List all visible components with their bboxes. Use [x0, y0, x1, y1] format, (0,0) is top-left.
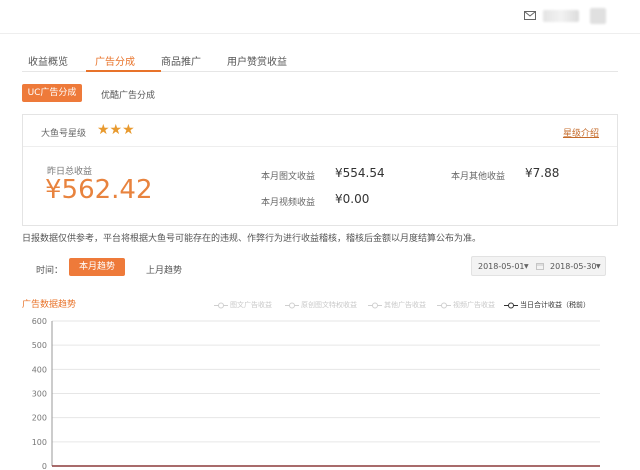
tab-overview[interactable]: 收益概览 — [28, 53, 68, 68]
legend-marker-icon — [214, 302, 228, 308]
legend-marker-icon — [368, 302, 382, 308]
top-bar — [0, 0, 640, 34]
yesterday-total-value: ¥562.42 — [45, 175, 153, 205]
last-month-trend-button[interactable]: 上月趋势 — [146, 263, 182, 276]
legend-label: 图文广告收益 — [230, 301, 272, 309]
legend-label: 原创图文特权收益 — [301, 301, 357, 309]
month-video-earnings-value: ¥0.00 — [335, 192, 370, 206]
chart-title: 广告数据趋势 — [22, 300, 77, 310]
legend-marker-icon — [504, 302, 518, 308]
legend-item[interactable]: 原创图文特权收益 — [285, 300, 357, 310]
date-range-picker[interactable]: 2018-05-01 ▼ 2018-05-30 ▼ — [471, 256, 606, 276]
y-tick-label: 100 — [32, 438, 47, 447]
subtab-youku-ad-share[interactable]: 优酷广告分成 — [101, 88, 155, 101]
legend-label: 视频广告收益 — [453, 301, 495, 309]
y-tick-label: 400 — [32, 365, 47, 374]
subtab-uc-ad-share[interactable]: UC广告分成 — [22, 84, 82, 102]
mail-icon[interactable] — [524, 11, 536, 20]
calendar-icon — [536, 263, 544, 270]
legend-marker-icon — [285, 302, 299, 308]
legend-marker-icon — [437, 302, 451, 308]
star-level-label: 大鱼号星级 — [41, 129, 87, 139]
trend-line-chart: 0 100 200 300 400 500 600 — [32, 317, 600, 470]
chevron-down-icon[interactable]: ▼ — [524, 263, 529, 270]
time-label: 时间： — [36, 266, 64, 276]
y-tick-label: 200 — [32, 414, 47, 423]
tab-user-tips[interactable]: 用户赞赏收益 — [227, 53, 287, 68]
star-rating-icon: ★★★ — [97, 122, 135, 138]
legend-item[interactable]: 图文广告收益 — [214, 300, 272, 310]
active-tab-indicator — [86, 70, 161, 72]
main-tabs: 收益概览 广告分成 商品推广 用户赞赏收益 — [22, 44, 618, 72]
month-article-earnings-value: ¥554.54 — [335, 166, 385, 180]
star-level-header: 大鱼号星级 ★★★ 星级介绍 — [23, 115, 617, 147]
legend-label: 其他广告收益 — [384, 301, 426, 309]
date-end[interactable]: 2018-05-30 — [550, 262, 597, 271]
month-article-earnings-label: 本月图文收益 — [261, 172, 316, 182]
earnings-panel: 大鱼号星级 ★★★ 星级介绍 昨日总收益 ¥562.42 本月图文收益 ¥554… — [22, 114, 618, 226]
legend-item[interactable]: 其他广告收益 — [368, 300, 426, 310]
month-video-earnings-label: 本月视频收益 — [261, 198, 316, 208]
avatar[interactable] — [590, 8, 606, 24]
chevron-down-icon[interactable]: ▼ — [596, 263, 601, 270]
this-month-trend-button[interactable]: 本月趋势 — [69, 258, 125, 276]
y-tick-label: 600 — [32, 317, 47, 326]
y-tick-label: 0 — [42, 462, 47, 470]
username-blurred[interactable] — [543, 10, 579, 22]
y-tick-label: 500 — [32, 341, 47, 350]
month-other-earnings-label: 本月其他收益 — [451, 172, 506, 182]
tab-product-promotion[interactable]: 商品推广 — [161, 53, 201, 68]
month-other-earnings-value: ¥7.88 — [525, 166, 560, 180]
legend-label: 当日合计收益（税前） — [520, 301, 590, 309]
star-intro-link[interactable]: 星级介绍 — [563, 126, 599, 139]
y-tick-label: 300 — [32, 390, 47, 399]
tab-ad-share[interactable]: 广告分成 — [95, 53, 135, 68]
date-start[interactable]: 2018-05-01 — [478, 262, 525, 271]
legend-item[interactable]: 视频广告收益 — [437, 300, 495, 310]
notice-text: 日报数据仅供参考，平台将根据大鱼号可能存在的违规、作弊行为进行收益稽核，稽核后金… — [22, 234, 482, 244]
legend-item[interactable]: 当日合计收益（税前） — [504, 300, 590, 310]
